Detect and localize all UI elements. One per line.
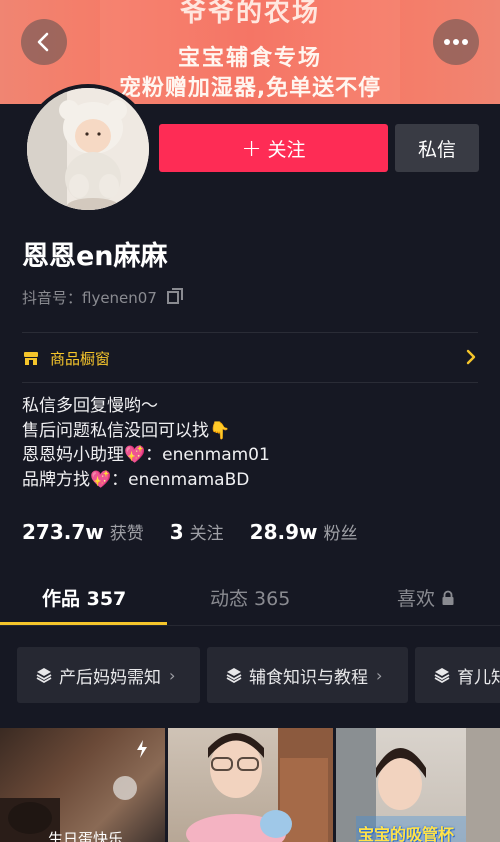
shop-window-row[interactable]: 商品橱窗 [22,344,478,372]
video-preview-image [186,728,333,842]
back-button[interactable] [21,19,67,65]
bio-line: 售后问题私信没回可以找👇 [22,420,231,441]
tab-likes[interactable]: 喜欢 [397,584,455,611]
following-count[interactable]: 3 [170,520,184,544]
collection-chip[interactable]: 育儿知 [415,647,500,703]
baby-avatar-illustration [27,88,149,210]
profile-name: 恩恩en麻麻 [22,241,168,272]
layers-icon [225,666,243,684]
followers-label: 粉丝 [323,524,358,544]
divider [22,382,478,383]
layers-icon [433,666,451,684]
tab-works[interactable]: 作品 357 [42,584,126,611]
chevron-right-icon: › [376,665,383,685]
collection-label: 育儿知 [457,667,500,688]
shop-window-label: 商品橱窗 [50,349,111,368]
lock-icon [442,590,454,605]
account-id-row: 抖音号：flyenen07 [22,287,183,308]
account-id: 抖音号：flyenen07 [22,289,157,307]
profile-stats: 273.7w 获赞 3 关注 28.9w 粉丝 [22,519,384,544]
flash-icon [137,740,147,758]
banner-line-1: 宝宝辅食专场 [177,46,322,71]
video-caption: 宝宝的吸管杯 [358,825,455,842]
divider [22,332,478,333]
followers-count[interactable]: 28.9w [250,520,318,544]
collection-chip[interactable]: 产后妈妈需知 › [17,647,200,703]
bio: 私信多回复慢哟～ 售后问题私信没回可以找👇 恩恩妈小助理💖：enenmam01 … [22,394,270,492]
collection-label: 产后妈妈需知 [59,667,161,688]
chevron-right-icon [466,349,476,369]
message-button[interactable]: 私信 [395,124,479,172]
video-caption: 生日蛋快乐 [48,830,124,842]
shop-icon [24,352,38,365]
video-thumbnail[interactable] [168,728,333,842]
follow-button[interactable]: + 关注 [159,124,388,172]
bio-line: 私信多回复慢哟～ [22,396,158,416]
likes-label: 获赞 [109,524,144,544]
banner-top-text: 爷爷的农场 [179,0,320,28]
video-thumbnail[interactable]: 宝宝的吸管杯 [336,728,500,842]
video-thumbnail[interactable]: 生日蛋快乐 [0,728,165,842]
avatar[interactable] [23,84,153,214]
more-button[interactable] [433,19,479,65]
layers-icon [35,666,53,684]
avatar-image [27,88,149,210]
divider [0,625,500,626]
bio-line: 恩恩妈小助理💖：enenmam01 [22,445,270,465]
copy-icon[interactable] [166,287,183,308]
chevron-right-icon: › [169,665,176,685]
collection-label: 辅食知识与教程 [249,667,368,688]
message-button-label: 私信 [417,138,456,161]
follow-button-label: 关注 [267,138,306,161]
tab-dynamics[interactable]: 动态 365 [210,584,290,611]
bio-line: 品牌方找💖：enenmamaBD [22,469,250,490]
likes-count[interactable]: 273.7w [22,520,104,544]
chevron-left-icon [37,32,49,52]
plus-icon: + [241,134,262,162]
more-dots-icon [444,39,468,45]
tab-likes-label: 喜欢 [397,588,436,610]
following-label: 关注 [189,524,224,544]
profile-tabs: 作品 357 动态 365 喜欢 [0,570,500,626]
collection-chip[interactable]: 辅食知识与教程 › [207,647,408,703]
